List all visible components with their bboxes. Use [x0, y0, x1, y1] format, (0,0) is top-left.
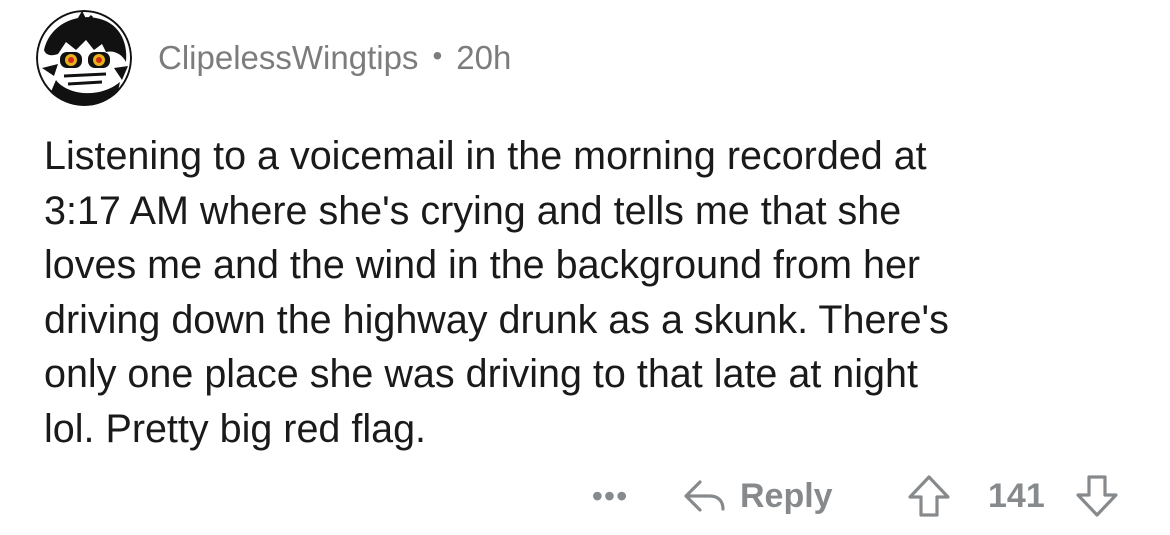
downvote-arrow-icon — [1076, 475, 1118, 517]
upvote-arrow-icon — [908, 475, 950, 517]
comment-body-line: driving down the highway drunk as a skun… — [44, 297, 949, 342]
comment-meta: ClipelessWingtips • 20h — [158, 39, 511, 77]
comment-actions: ••• Reply 141 — [0, 468, 1170, 524]
reply-button[interactable]: Reply — [682, 468, 833, 524]
avatar[interactable] — [36, 10, 132, 106]
comment-header: ClipelessWingtips • 20h — [36, 10, 511, 106]
vote-score: 141 — [988, 476, 1045, 515]
reply-label: Reply — [740, 476, 833, 515]
comment-body-line: lol. Pretty big red flag. — [44, 406, 427, 451]
comment-body-line: loves me and the wind in the background … — [44, 243, 921, 287]
comment-body-line: Listening to a voicemail in the morning … — [44, 134, 927, 178]
more-options-button[interactable]: ••• — [588, 468, 632, 524]
author-username[interactable]: ClipelessWingtips — [158, 39, 418, 77]
reply-arrow-icon — [684, 480, 725, 512]
comment-body-line: only one place she was driving to that l… — [44, 352, 918, 396]
avatar-icon — [36, 10, 132, 106]
more-options-icon: ••• — [591, 477, 629, 514]
comment: ClipelessWingtips • 20h Listening to a v… — [0, 0, 1170, 535]
comment-age: 20h — [456, 39, 512, 76]
downvote-button[interactable] — [1074, 468, 1120, 524]
meta-separator: • — [432, 40, 443, 71]
upvote-button[interactable] — [906, 468, 952, 524]
comment-body: Listening to a voicemail in the morning … — [44, 129, 1144, 456]
comment-body-line: 3:17 AM where she's crying and tells me … — [44, 188, 902, 233]
